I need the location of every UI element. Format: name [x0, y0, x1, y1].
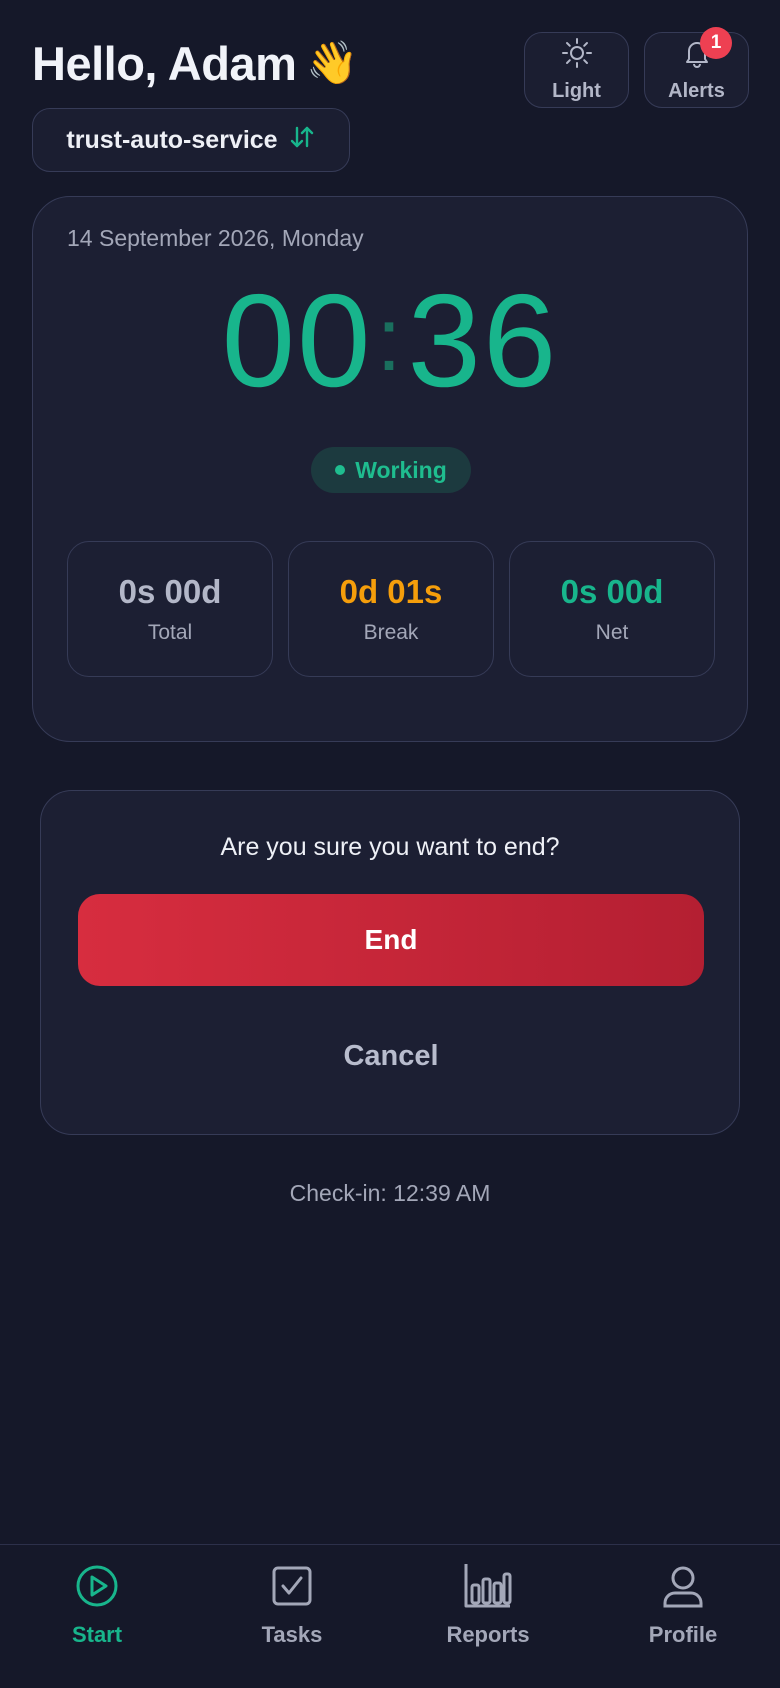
elapsed-clock: 00:36 — [33, 275, 747, 407]
nav-label: Tasks — [261, 1622, 323, 1647]
bottom-navigation: Start Tasks Reports Profile — [0, 1544, 780, 1688]
stat-caption: Total — [147, 621, 193, 644]
clock-hours: 00 — [221, 267, 373, 414]
stat-caption: Net — [595, 621, 629, 644]
stat-value: 0s 00d — [118, 573, 222, 610]
theme-toggle-button[interactable]: Light — [524, 32, 629, 108]
end-confirmation-dialog: Are you sure you want to end? End Cancel — [40, 790, 740, 1135]
nav-item-reports[interactable]: Reports — [408, 1563, 568, 1673]
alerts-label: Alerts — [668, 80, 725, 102]
clock-minutes: 36 — [407, 267, 559, 414]
checkin-time: Check-in: 12:39 AM — [289, 1180, 491, 1206]
workspace-name: trust-auto-service — [66, 125, 278, 154]
workspace-switcher[interactable]: trust-auto-service — [32, 108, 350, 172]
stat-total: 0s 00d Total — [67, 541, 273, 677]
status-badge: Working — [311, 447, 471, 493]
current-date: 14 September 2026, Monday — [67, 225, 364, 251]
stat-value: 0s 00d — [560, 573, 664, 610]
sun-icon — [561, 37, 593, 74]
swap-arrows-icon — [288, 123, 316, 158]
checkbox-icon — [269, 1563, 315, 1614]
wave-emoji: 👋 — [306, 39, 359, 86]
stat-break: 0d 01s Break — [288, 541, 494, 677]
stat-value: 0d 01s — [339, 573, 443, 610]
clock-separator: : — [376, 290, 404, 390]
status-text: Working — [355, 456, 447, 483]
nav-label: Profile — [648, 1622, 718, 1647]
play-circle-icon — [74, 1563, 120, 1614]
app-screen: Hello, Adam 👋 Light Alerts 1 trust-auto-… — [0, 0, 780, 1688]
alerts-count-badge: 1 — [700, 27, 732, 59]
alerts-button[interactable]: Alerts 1 — [644, 27, 749, 108]
greeting-text: Hello, Adam — [32, 37, 297, 90]
user-icon — [660, 1563, 706, 1614]
nav-label: Reports — [446, 1622, 530, 1647]
nav-label: Start — [71, 1622, 123, 1647]
status-dot — [335, 465, 346, 475]
stat-net: 0s 00d Net — [509, 541, 715, 677]
bar-chart-icon — [463, 1563, 513, 1614]
stat-caption: Break — [363, 621, 419, 644]
theme-toggle-label: Light — [552, 80, 601, 102]
nav-item-start[interactable]: Start — [17, 1563, 177, 1673]
nav-item-tasks[interactable]: Tasks — [212, 1563, 372, 1673]
cancel-button[interactable]: Cancel — [78, 1011, 704, 1101]
nav-item-profile[interactable]: Profile — [603, 1563, 763, 1673]
greeting: Hello, Adam 👋 — [32, 36, 359, 91]
timer-card: 14 September 2026, Monday 00:36 Working … — [32, 196, 748, 742]
end-button[interactable]: End — [78, 894, 704, 986]
confirm-question: Are you sure you want to end? — [220, 833, 560, 861]
